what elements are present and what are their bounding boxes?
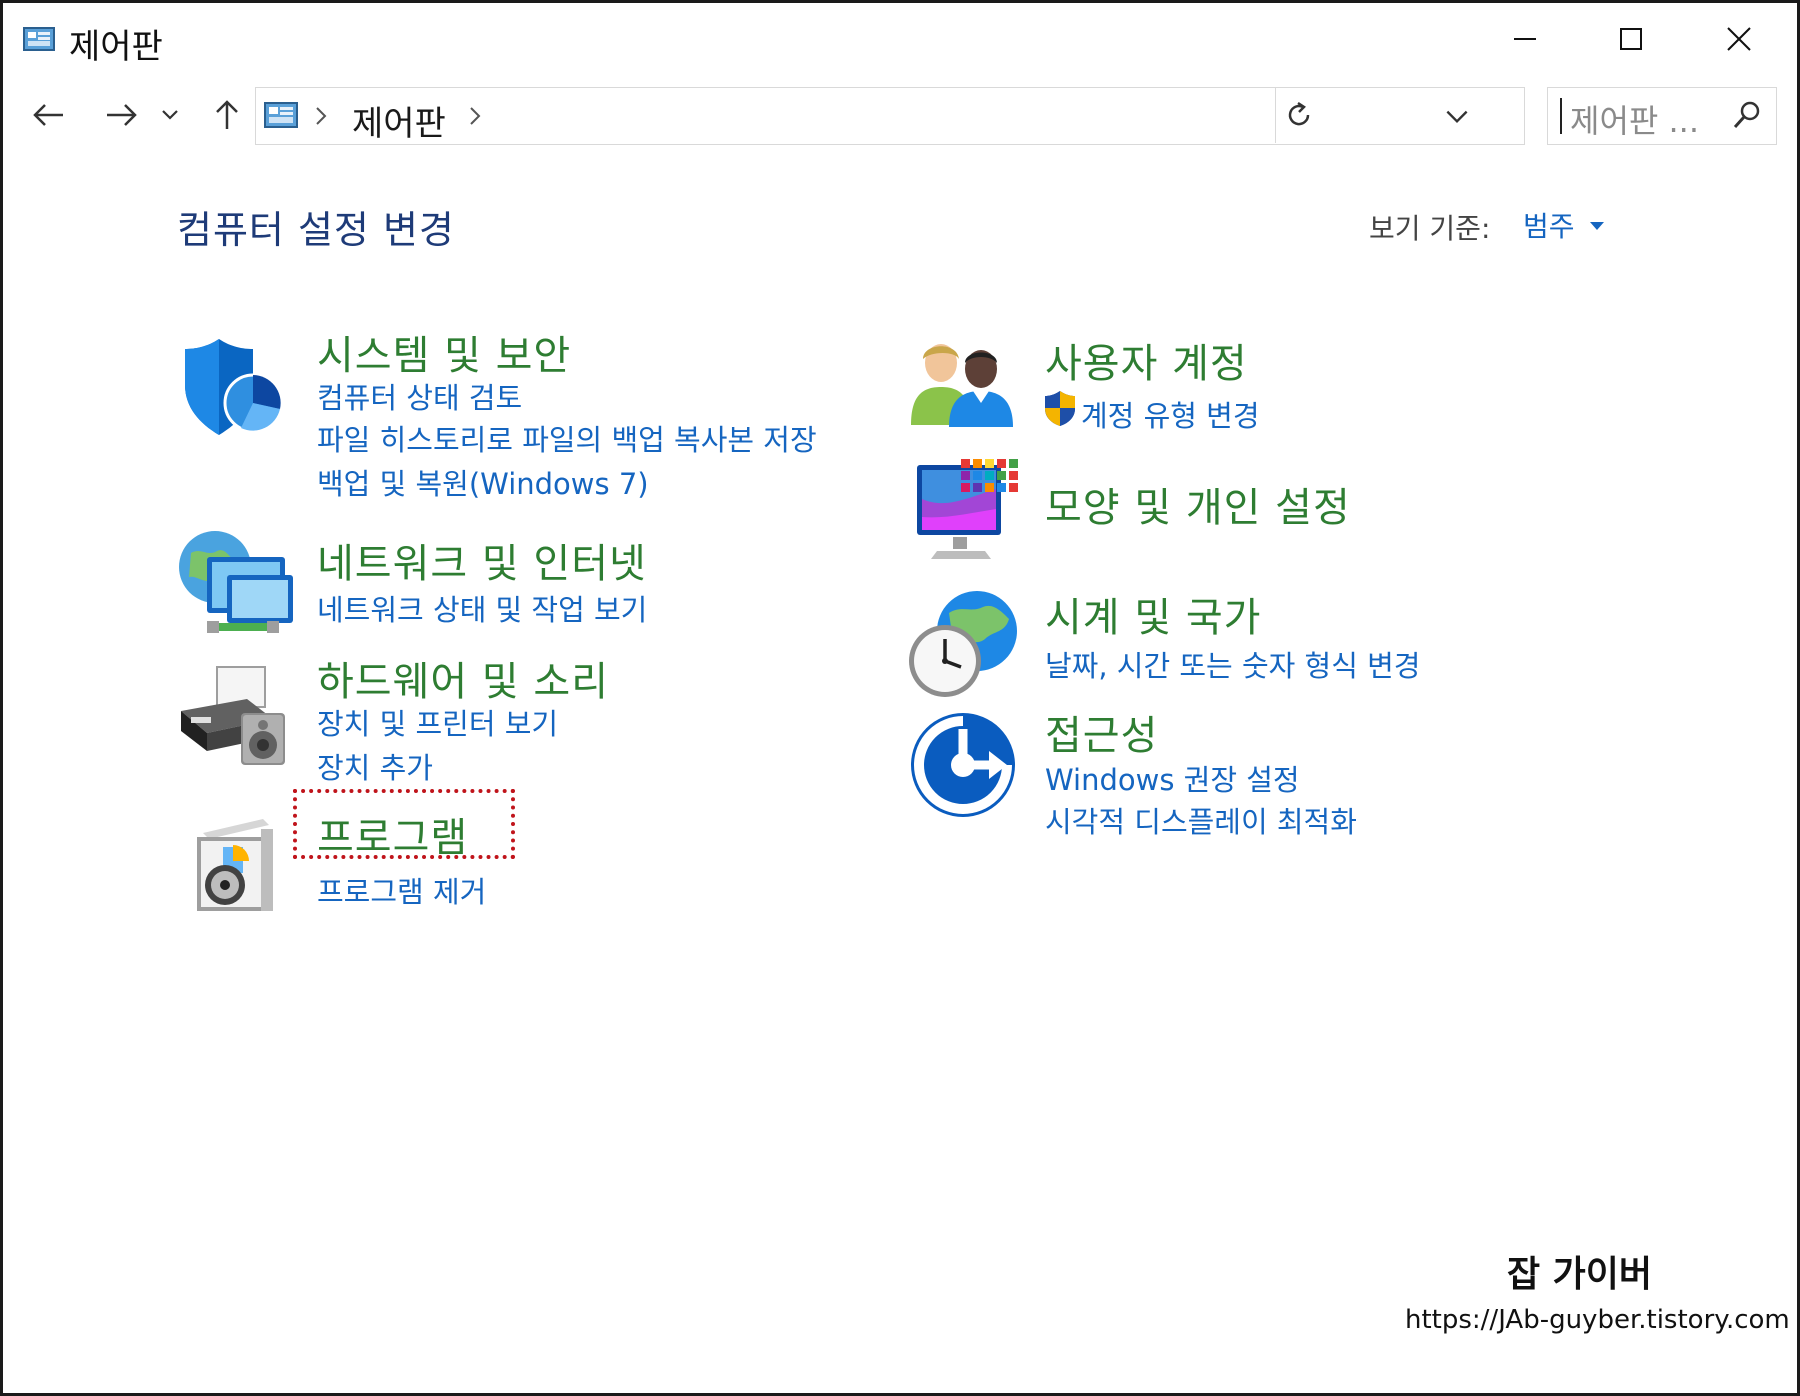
window-title: 제어판 [69,27,163,67]
link-network-status[interactable]: 네트워크 상태 및 작업 보기 [317,587,647,629]
search-icon[interactable] [1732,100,1762,130]
monitor-palette-icon[interactable] [915,459,1019,563]
view-by-dropdown[interactable]: 범주 [1523,205,1575,245]
link-backup-restore[interactable]: 백업 및 복원(Windows 7) [317,461,649,503]
shield-icon[interactable] [179,333,287,441]
accessibility-icon[interactable] [909,711,1017,819]
uac-shield-icon [1045,391,1075,426]
highlight-annotation [293,789,515,859]
link-review-computer-status[interactable]: 컴퓨터 상태 검토 [317,375,522,417]
refresh-button[interactable] [1275,87,1322,143]
link-add-device[interactable]: 장치 추가 [317,745,433,787]
title-bar: 제어판 [3,3,1797,75]
clock-globe-icon[interactable] [905,587,1017,699]
address-bar[interactable]: 제어판 [255,87,1525,145]
watermark-url: https://JAb-guyber.tistory.com [1405,1305,1790,1335]
watermark-title: 잡 가이버 [1507,1254,1653,1295]
printer-icon[interactable] [177,659,289,769]
view-by-label: 보기 기준: [1369,212,1491,245]
category-clock-region[interactable]: 시계 및 국가 [1045,585,1261,643]
maximize-button[interactable] [1591,13,1671,65]
category-hardware-sound[interactable]: 하드웨어 및 소리 [317,649,609,707]
link-uninstall-program[interactable]: 프로그램 제거 [317,869,486,911]
link-windows-recommended-settings[interactable]: Windows 권장 설정 [1045,757,1300,799]
caret-down-icon[interactable] [1589,221,1605,231]
chevron-right-icon [316,107,327,125]
minimize-button[interactable] [1485,13,1565,65]
arrow-left-icon [33,104,63,126]
link-devices-printers[interactable]: 장치 및 프린터 보기 [317,701,558,743]
programs-icon[interactable] [193,815,281,915]
maximize-icon [1620,28,1642,50]
search-input[interactable]: 제어판 ... [1547,87,1777,145]
up-button[interactable] [203,91,251,139]
link-file-history[interactable]: 파일 히스토리로 파일의 백업 복사본 저장 [317,417,817,459]
page-title: 컴퓨터 설정 변경 [177,208,455,252]
users-icon[interactable] [911,337,1017,427]
back-button[interactable] [25,91,73,139]
control-panel-window: 제어판 제어판 제어판 ... 컴퓨터 설정 변경 보기 기준: 범주 시스템 … [0,0,1800,1396]
close-button[interactable] [1699,13,1779,65]
category-ease-of-access[interactable]: 접근성 [1045,703,1158,761]
link-change-account-type[interactable]: 계정 유형 변경 [1081,393,1260,435]
network-icon[interactable] [177,527,293,637]
category-system-security[interactable]: 시스템 및 보안 [317,323,571,381]
category-appearance-personalization[interactable]: 모양 및 개인 설정 [1045,475,1351,533]
recent-locations-button[interactable] [155,91,185,139]
breadcrumb-control-panel[interactable]: 제어판 [352,96,446,145]
link-date-time-format[interactable]: 날짜, 시간 또는 숫자 형식 변경 [1045,643,1420,685]
forward-button[interactable] [97,91,145,139]
arrow-up-icon [216,100,238,129]
control-panel-app-icon [23,27,55,51]
arrow-right-icon [107,104,137,126]
close-icon [1727,27,1751,51]
refresh-icon [1288,101,1310,126]
address-dropdown-icon[interactable] [1442,102,1472,132]
category-network-internet[interactable]: 네트워크 및 인터넷 [317,531,647,589]
link-optimize-visual-display[interactable]: 시각적 디스플레이 최적화 [1045,799,1357,841]
text-caret [1560,98,1562,134]
chevron-right-icon[interactable] [468,106,482,126]
chevron-down-icon [162,110,178,120]
minimize-icon [1514,38,1536,40]
category-user-accounts[interactable]: 사용자 계정 [1045,331,1248,389]
control-panel-breadcrumb-icon [264,102,298,128]
search-placeholder: 제어판 ... [1570,102,1700,140]
